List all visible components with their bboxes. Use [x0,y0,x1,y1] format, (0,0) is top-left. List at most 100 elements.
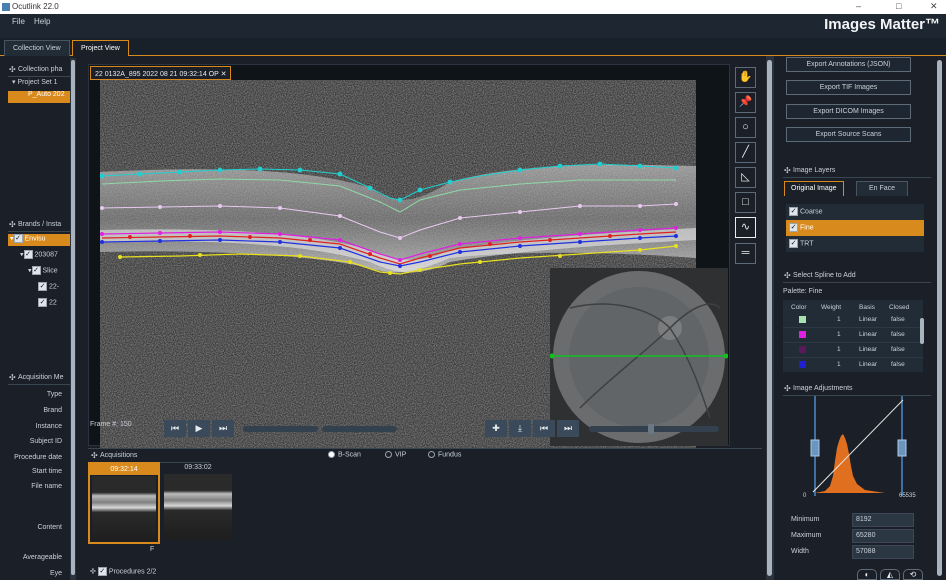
fundus-shading [569,287,709,427]
mode-vip[interactable]: VIP [385,451,406,458]
max-handle[interactable] [897,439,907,457]
frame-slider-2[interactable] [322,426,397,432]
pan-icon[interactable]: ✋ [735,67,756,88]
tree-item-brand[interactable]: ▾ ✓ Envisu [8,234,70,246]
export-dicom-button[interactable]: Export DICOM Images [786,104,911,119]
radio[interactable] [328,451,335,458]
tree-item-scan-2[interactable]: ✓ 22 [8,298,70,310]
expand-icon[interactable]: ✣ [90,568,96,575]
right-scrollbar[interactable] [767,60,772,576]
export-tif-button[interactable]: Export TIF Images [786,80,911,95]
export-json-button[interactable]: Export Annotations (JSON) [786,57,911,72]
tree-item-auto[interactable]: P_Auto 202 [8,91,70,103]
spline-icon[interactable]: ∿ [735,217,756,238]
procedures-label: Procedures 2/2 [108,568,157,576]
reset-icon[interactable]: ⟲ [903,569,923,580]
tree-label: Envisu [24,235,46,243]
maximum-input[interactable]: 65280 [852,529,914,543]
frame-slider-1[interactable] [243,426,318,432]
layer-fine[interactable]: ✓ Fine [786,220,924,236]
acquisition-header: Acquisition Me [8,372,70,385]
tab-en-face[interactable]: En Face [856,181,909,196]
rectangle-icon[interactable]: □ [735,192,756,213]
close-tab-icon[interactable]: ✕ [221,71,227,78]
checkbox[interactable]: ✓ [38,298,47,307]
tree-item-scan-1[interactable]: ✓ 22- [8,282,70,294]
frame-label: Frame #: [90,421,119,428]
checkbox[interactable]: ✓ [13,234,23,243]
spline-table-scrollbar[interactable] [920,318,924,344]
layer-coarse[interactable]: ✓ Coarse [786,204,924,220]
menu-file[interactable]: File [12,17,25,26]
procedures-header[interactable]: ✣ ✓ Procedures 2/2 [90,567,290,576]
collapse-icon[interactable]: ⤓ [509,420,531,437]
checkbox[interactable]: ✓ [789,223,798,232]
minimum-input[interactable]: 8192 [852,513,914,527]
menu-help[interactable]: Help [34,17,50,26]
layers-header: Image Layers [783,165,931,178]
mode-label: Fundus [438,451,462,459]
last-frame-icon[interactable]: ⏭ [557,420,579,437]
spline-row[interactable]: 1 Linear false [783,328,923,343]
first-frame-icon[interactable]: ⏮ [533,420,555,437]
auto-adjust-icon[interactable]: ◭ [880,569,900,580]
layer-trt[interactable]: ✓ TRT [786,236,924,252]
image-tab[interactable]: 22 0132A_895 2022 08 21 09:32:14 OP ✕ [90,66,232,80]
equals-icon[interactable]: ═ [735,243,756,264]
radio[interactable] [428,451,435,458]
tree-label: Slice [42,267,58,275]
acquisition-thumb-1[interactable]: 09:32:14 [88,462,160,544]
spline-row[interactable]: 1 Linear false [783,358,923,372]
tree-item-instance[interactable]: ▾ ✓ 203087 [8,250,70,262]
pin-icon[interactable]: 📌 [735,92,756,113]
mode-label: B-Scan [338,451,361,459]
tab-project-view[interactable]: Project View [72,40,129,56]
checkbox[interactable]: ✓ [38,282,47,291]
checkbox[interactable]: ✓ [31,266,41,275]
spline-closed: false [891,346,905,353]
polygon-icon[interactable]: ◺ [735,167,756,188]
add-icon[interactable]: ✚ [485,420,507,437]
play-icon[interactable]: ▶ [188,420,210,437]
contrast-icon[interactable]: ◐ [857,569,877,580]
left-scrollbar[interactable] [71,60,75,575]
col-closed: Closed [889,304,910,311]
checkbox[interactable]: ✓ [789,207,798,216]
spline-table[interactable]: Color Weight Basis Closed 1 Linear false 1 L… [783,300,923,372]
checkbox[interactable]: ✓ [97,567,107,576]
width-label: Width [791,548,809,555]
maximize-icon[interactable]: □ [896,1,901,11]
tree-item-slice[interactable]: ▾ ✓ Slice [8,266,70,278]
circle-icon[interactable]: ○ [735,117,756,138]
minimum-label: Minimum [791,516,820,523]
minimize-icon[interactable]: – [856,1,861,11]
zoom-slider-thumb[interactable] [648,424,654,434]
tab-collection-view[interactable]: Collection View [4,40,70,56]
spline-header: Select Spline to Add [783,270,931,283]
skip-back-icon[interactable]: ⏮ [164,420,186,437]
radio[interactable] [385,451,392,458]
histogram[interactable] [795,396,925,496]
tab-original-image[interactable]: Original Image [784,181,844,196]
acquisition-thumb-2[interactable]: 09:33:02 [164,464,232,544]
frame-value: 150 [119,421,132,428]
width-input[interactable]: 57088 [852,545,914,559]
spline-basis: Linear [859,316,878,323]
spline-row[interactable]: 1 Linear false [783,343,923,358]
mode-bscan[interactable]: B-Scan [328,451,361,458]
mode-fundus[interactable]: Fundus [428,451,461,458]
min-handle[interactable] [810,439,820,457]
close-icon[interactable]: ✕ [930,1,938,12]
right-scrollbar-2[interactable] [937,60,942,576]
checkbox[interactable]: ✓ [23,250,33,259]
export-source-button[interactable]: Export Source Scans [786,127,911,142]
zoom-slider[interactable] [589,426,719,432]
tree-item-project[interactable]: ▾ Project Set 1 [8,78,70,90]
skip-forward-icon[interactable]: ⏭ [212,420,234,437]
spline-basis: Linear [859,346,878,353]
col-weight: Weight [821,304,842,311]
spline-row[interactable]: 1 Linear false [783,313,923,328]
checkbox[interactable]: ✓ [789,239,798,248]
view-tabs: Collection View Project View [0,38,946,56]
line-icon[interactable]: ╱ [735,142,756,163]
